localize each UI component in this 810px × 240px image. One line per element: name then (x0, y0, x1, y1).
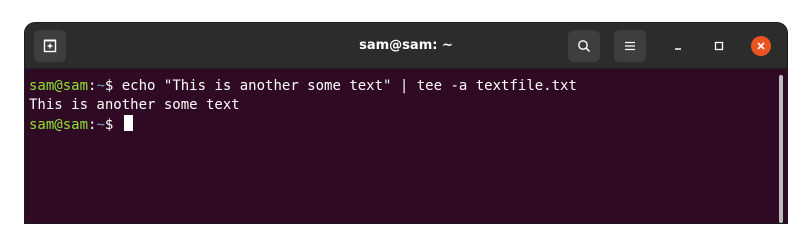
hamburger-menu-icon (625, 41, 635, 51)
terminal-output[interactable]: sam@sam:~$ echo "This is another some te… (25, 69, 787, 223)
close-button[interactable] (751, 36, 771, 56)
prompt-path: ~ (96, 78, 105, 94)
close-icon (757, 42, 765, 50)
minimize-icon (675, 48, 681, 50)
search-button[interactable] (568, 30, 600, 62)
terminal-line: sam@sam:~$ echo "This is another some te… (29, 77, 787, 96)
prompt-user-host: sam@sam (29, 117, 89, 133)
maximize-button[interactable] (709, 36, 729, 56)
new-tab-icon (43, 39, 57, 53)
command-output: This is another some text (29, 97, 240, 113)
prompt-symbol: $ (104, 78, 122, 94)
titlebar: sam@sam: ~ (25, 23, 787, 69)
scrollbar[interactable] (779, 75, 783, 223)
minimize-button[interactable] (668, 36, 688, 56)
prompt-user-host: sam@sam (29, 78, 89, 94)
terminal-line: This is another some text (29, 96, 787, 115)
prompt-symbol: $ (104, 117, 122, 133)
terminal-line: sam@sam:~$ (29, 115, 787, 134)
search-icon (578, 40, 591, 53)
new-tab-button[interactable] (34, 30, 66, 62)
command-text: echo "This is another some text" | tee -… (121, 78, 577, 94)
text-cursor (123, 115, 133, 131)
terminal-window: sam@sam: ~ sam@sam:~$ echo "This is anot… (25, 23, 787, 223)
prompt-path: ~ (96, 117, 105, 133)
maximize-icon (714, 41, 724, 51)
menu-button[interactable] (614, 30, 646, 62)
